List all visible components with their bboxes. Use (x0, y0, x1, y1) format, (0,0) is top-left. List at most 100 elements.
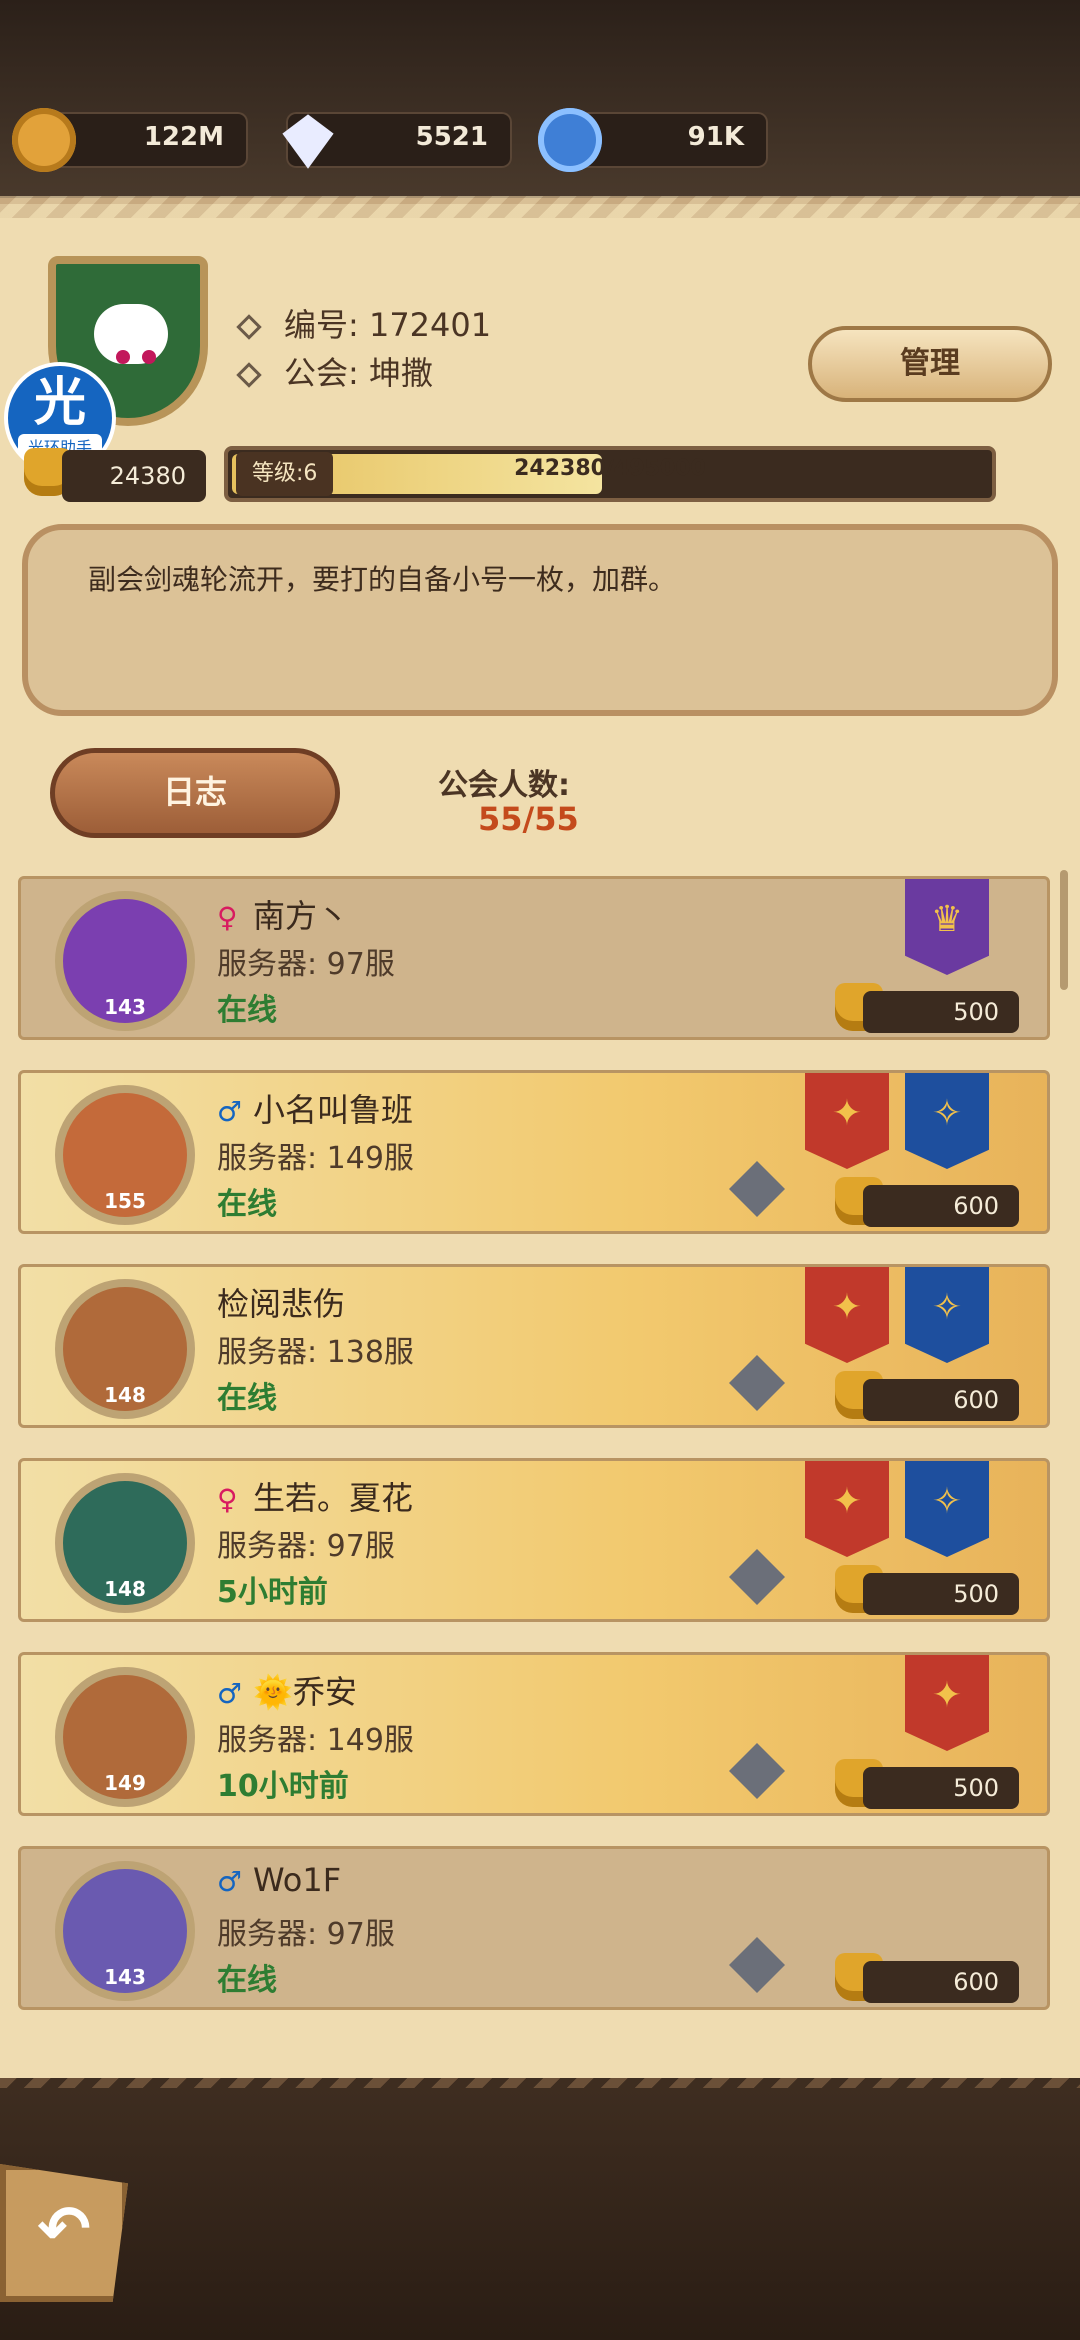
member-level: 148 (104, 1577, 146, 1601)
member-avatar[interactable]: 143 (55, 1861, 195, 2001)
guild-name-text: 公会: 坤撒 (284, 354, 433, 392)
member-level: 148 (104, 1383, 146, 1407)
female-icon: ♀ (217, 901, 238, 934)
banner-glyph: ✧ (931, 1481, 963, 1522)
member-name: ♀ 南方丶 (217, 891, 349, 937)
bullet-icon (236, 314, 262, 340)
member-trophies: 600 (863, 1185, 1019, 1227)
member-name-text: 南方丶 (253, 897, 350, 935)
crossed-swords-icon[interactable] (729, 1937, 785, 1993)
member-status: 5小时前 (217, 1575, 328, 1610)
red-banner-icon: ✦ (805, 1461, 889, 1557)
member-name: 检阅悲伤 (217, 1279, 345, 1325)
crossed-swords-icon[interactable] (729, 1549, 785, 1605)
stone-counter[interactable]: 91K (538, 108, 768, 172)
manage-button[interactable]: 管理 (808, 326, 1052, 402)
member-list: 143 ♀ 南方丶服务器: 97服 在线 ♛ 500 155 ♂ 小名叫鲁班服务器: 149服在… (18, 876, 1050, 2066)
member-trophies: 500 (863, 1767, 1019, 1809)
member-avatar[interactable]: 155 (55, 1085, 195, 1225)
member-name: ♂ Wo1F (217, 1861, 341, 1899)
bullet-icon (236, 362, 262, 388)
member-card[interactable]: 155 ♂ 小名叫鲁班服务器: 149服 在线 ✦ ✧ 600 (18, 1070, 1050, 1234)
member-card[interactable]: 148 ♀ 生若。夏花服务器: 97服 5小时前 ✦ ✧ 500 (18, 1458, 1050, 1622)
member-server: 服务器: 97服 (217, 1917, 395, 1952)
emblem-eye (116, 350, 130, 364)
member-card[interactable]: 143 ♂ Wo1F 服务器: 97服 在线 600 (18, 1846, 1050, 2010)
member-name-text: 生若。夏花 (253, 1479, 414, 1517)
diamond-icon (282, 114, 334, 169)
member-server: 服务器: 138服 (217, 1335, 414, 1370)
purple-banner-icon: ♛ (905, 879, 989, 975)
crossed-swords-icon[interactable] (729, 1743, 785, 1799)
member-server: 服务器: 149服 (217, 1723, 414, 1758)
diamond-value: 5521 (415, 122, 488, 152)
member-trophies: 600 (863, 1961, 1019, 2003)
member-status: 在线 (217, 1963, 277, 1998)
member-name-text: 🌞乔安 (253, 1673, 357, 1711)
guild-notice-text: 副会剑魂轮流开，要打的自备小号一枚，加群。 (88, 563, 677, 596)
member-status: 在线 (217, 1187, 277, 1222)
diamond-counter[interactable]: 5521 (282, 112, 512, 169)
banner-glyph: ✦ (831, 1287, 863, 1328)
male-icon: ♂ (217, 1095, 243, 1128)
member-server: 服务器: 97服 (217, 947, 395, 982)
guild-id: 编号: 172401 (236, 300, 492, 346)
member-count: 55/55 (478, 800, 579, 838)
guild-trophy-count: 24380 (62, 450, 206, 502)
banner-glyph: ✦ (831, 1093, 863, 1134)
member-trophies: 500 (863, 1573, 1019, 1615)
banner-glyph: ✦ (831, 1481, 863, 1522)
member-name-text: Wo1F (253, 1861, 342, 1899)
member-name: ♂ 🌞乔安 (217, 1667, 357, 1713)
gold-counter[interactable]: 122M (12, 108, 248, 172)
member-avatar[interactable]: 148 (55, 1279, 195, 1419)
blue-stone-icon (538, 108, 602, 172)
guild-exp-text: 242380/495000 (514, 456, 706, 481)
member-server: 服务器: 149服 (217, 1141, 414, 1176)
emblem-eye (142, 350, 156, 364)
guild-id-text: 编号: 172401 (284, 306, 492, 344)
blue-banner-icon: ✧ (905, 1461, 989, 1557)
banner-glyph: ♛ (930, 899, 964, 940)
top-currency-bar: 122M 5521 91K (0, 0, 1080, 200)
banner-glyph: ✧ (931, 1287, 963, 1328)
stone-value: 91K (687, 122, 744, 152)
gold-coin-icon (12, 108, 76, 172)
member-level: 143 (104, 995, 146, 1019)
member-card[interactable]: 148 检阅悲伤服务器: 138服 在线 ✦ ✧ 600 (18, 1264, 1050, 1428)
red-banner-icon: ✦ (805, 1267, 889, 1363)
male-icon: ♂ (217, 1865, 243, 1898)
blue-banner-icon: ✧ (905, 1073, 989, 1169)
blue-banner-icon: ✧ (905, 1267, 989, 1363)
guild-name: 公会: 坤撒 (236, 348, 433, 394)
member-server: 服务器: 97服 (217, 1529, 395, 1564)
member-level: 149 (104, 1771, 146, 1795)
gold-value: 122M (143, 122, 224, 152)
back-button[interactable]: ↶ (0, 2164, 128, 2302)
crossed-swords-icon[interactable] (729, 1355, 785, 1411)
emblem-face (94, 304, 168, 364)
log-button[interactable]: 日志 (50, 748, 340, 838)
guild-exp-bar: 等级:6 242380/495000 (224, 446, 996, 502)
red-banner-icon: ✦ (905, 1655, 989, 1751)
member-name-text: 小名叫鲁班 (253, 1091, 414, 1129)
guild-notice: 副会剑魂轮流开，要打的自备小号一枚，加群。 (22, 524, 1058, 716)
helper-badge-char: 光 (33, 373, 86, 433)
member-card[interactable]: 143 ♀ 南方丶 服务器: 97服 在线 ♛ 500 (18, 876, 1050, 1040)
member-trophies: 600 (863, 1379, 1019, 1421)
panel-top-border (0, 196, 1080, 218)
member-name-text: 检阅悲伤 (217, 1285, 346, 1323)
member-status: 在线 (217, 993, 277, 1028)
crossed-swords-icon[interactable] (729, 1161, 785, 1217)
member-avatar[interactable]: 148 (55, 1473, 195, 1613)
member-avatar[interactable]: 143 (55, 891, 195, 1031)
member-card[interactable]: 149 ♂ 🌞乔安 服务器: 149服 10小时前 ✦ 500 (18, 1652, 1050, 1816)
red-banner-icon: ✦ (805, 1073, 889, 1169)
list-scrollbar[interactable] (1060, 870, 1068, 990)
member-avatar[interactable]: 149 (55, 1667, 195, 1807)
female-icon: ♀ (217, 1483, 238, 1516)
member-name: ♂ 小名叫鲁班 (217, 1085, 413, 1131)
member-status: 在线 (217, 1381, 277, 1416)
bottom-bar (0, 2088, 1080, 2340)
member-level: 143 (104, 1965, 146, 1989)
